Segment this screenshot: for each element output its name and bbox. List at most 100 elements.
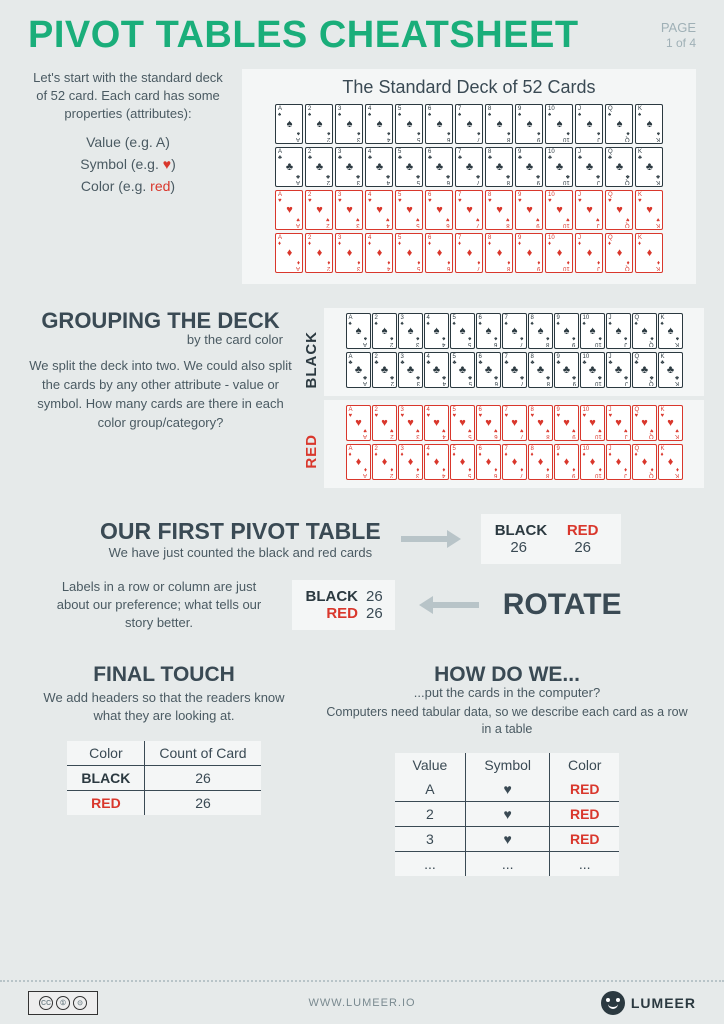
page-number: 1 of 4 [661,36,696,50]
attr-symbol-post: ) [171,156,176,172]
playing-card: 8♥♥8♥ [528,405,553,441]
hd-col1: Value [395,753,466,777]
playing-card: 2♣♣2♣ [372,352,397,388]
playing-card: 5♥♥5♥ [395,190,423,230]
playing-card: K♠♠K♠ [635,104,663,144]
grouping-sub: by the card color [28,332,283,347]
footer-url: WWW.LUMEER.IO [308,997,415,1009]
table-row: RED [550,801,620,826]
playing-card: Q♦♦Q♦ [632,444,657,480]
playing-card: 4♠♠4♠ [424,313,449,349]
playing-card: 6♥♥6♥ [476,405,501,441]
playing-card: J♦♦J♦ [606,444,631,480]
playing-card: 5♦♦5♦ [395,233,423,273]
playing-card: A♣♣A♣ [346,352,371,388]
playing-card: Q♠♠Q♠ [605,104,633,144]
table-row: RED [550,777,620,802]
attr-color-red: red [150,178,170,194]
final-table: ColorCount of Card BLACK26RED26 [67,741,260,815]
playing-card: 2♦♦2♦ [305,233,333,273]
playing-card: 2♦♦2♦ [372,444,397,480]
playing-card: 5♥♥5♥ [450,405,475,441]
playing-card: 7♠♠7♠ [502,313,527,349]
playing-card: 8♦♦8♦ [485,233,513,273]
page-title: PIVOT TABLES CHEATSHEET [28,14,579,57]
playing-card: 10♥♥10♥ [580,405,605,441]
playing-card: Q♦♦Q♦ [605,233,633,273]
playing-card: J♥♥J♥ [575,190,603,230]
playing-card: J♣♣J♣ [606,352,631,388]
playing-card: 3♦♦3♦ [335,233,363,273]
table-row: 2 [395,801,466,826]
playing-card: 3♠♠3♠ [398,313,423,349]
playing-card: 8♠♠8♠ [528,313,553,349]
playing-card: Q♥♥Q♥ [605,190,633,230]
playing-card: 4♦♦4♦ [365,233,393,273]
playing-card: 10♣♣10♣ [545,147,573,187]
playing-card: 9♣♣9♣ [554,352,579,388]
playing-card: J♣♣J♣ [575,147,603,187]
table-row: ... [466,851,550,876]
final-touch-sub: We add headers so that the readers know … [34,689,294,725]
playing-card: 8♠♠8♠ [485,104,513,144]
page-label: PAGE [661,20,696,36]
playing-card: 9♥♥9♥ [554,405,579,441]
playing-card: 10♦♦10♦ [545,233,573,273]
playing-card: K♥♥K♥ [658,405,683,441]
grouping-text: GROUPING THE DECK by the card color We s… [28,308,293,492]
final-touch-heading: FINAL TOUCH [34,663,294,687]
attr-color: Color (e.g. red) [28,178,228,194]
playing-card: 8♦♦8♦ [528,444,553,480]
pivot-v-red-count: 26 [366,605,383,622]
attr-color-pre: Color (e.g. [81,178,150,194]
playing-card: 3♣♣3♣ [398,352,423,388]
playing-card: K♣♣K♣ [635,147,663,187]
pivot-vertical: BLACK26 RED26 [292,580,395,630]
playing-card: 10♠♠10♠ [545,104,573,144]
first-pivot-sub: We have just counted the black and red c… [100,545,381,560]
playing-card: Q♥♥Q♥ [632,405,657,441]
rotate-para: Labels in a row or column are just about… [50,578,268,633]
playing-card: A♥♥A♥ [275,190,303,230]
playing-card: 4♣♣4♣ [365,147,393,187]
playing-card: 9♠♠9♠ [554,313,579,349]
cc-badge: CC①⊙ [28,991,98,1015]
howdo-table: Value Symbol Color A♥RED2♥RED3♥RED......… [395,753,620,876]
intro-paragraph: Let's start with the standard deck of 52… [28,69,228,124]
group-label-black: BLACK [303,331,320,389]
playing-card: 4♠♠4♠ [365,104,393,144]
playing-card: 10♠♠10♠ [580,313,605,349]
pivot-v-red-label: RED [304,605,358,622]
playing-card: 2♥♥2♥ [372,405,397,441]
table-row: ♥ [466,826,550,851]
playing-card: Q♠♠Q♠ [632,313,657,349]
playing-card: 3♦♦3♦ [398,444,423,480]
ft-col2: Count of Card [145,741,261,766]
playing-card: 5♦♦5♦ [450,444,475,480]
playing-card: K♦♦K♦ [658,444,683,480]
howdo-sub1: ...put the cards in the computer? [324,685,690,700]
playing-card: 10♦♦10♦ [580,444,605,480]
playing-card: J♠♠J♠ [575,104,603,144]
playing-card: 10♣♣10♣ [580,352,605,388]
playing-card: 5♣♣5♣ [450,352,475,388]
pivot-horizontal: BLACK RED 26 26 [481,514,621,564]
attr-symbol: Symbol (e.g. ♥) [28,156,228,172]
table-row: RED [550,826,620,851]
playing-card: J♦♦J♦ [575,233,603,273]
playing-card: A♣♣A♣ [275,147,303,187]
playing-card: 3♥♥3♥ [335,190,363,230]
table-row: 26 [145,790,261,815]
playing-card: A♠♠A♠ [275,104,303,144]
playing-card: 7♣♣7♣ [502,352,527,388]
brand-name: LUMEER [631,995,696,1011]
playing-card: 8♣♣8♣ [485,147,513,187]
page-indicator: PAGE 1 of 4 [661,14,696,50]
playing-card: 9♠♠9♠ [515,104,543,144]
deck-title: The Standard Deck of 52 Cards [250,77,688,98]
arrow-left-icon [419,598,479,612]
playing-card: 8♣♣8♣ [528,352,553,388]
pivot-h-black-label: BLACK [495,522,543,539]
playing-card: J♠♠J♠ [606,313,631,349]
playing-card: 7♦♦7♦ [502,444,527,480]
